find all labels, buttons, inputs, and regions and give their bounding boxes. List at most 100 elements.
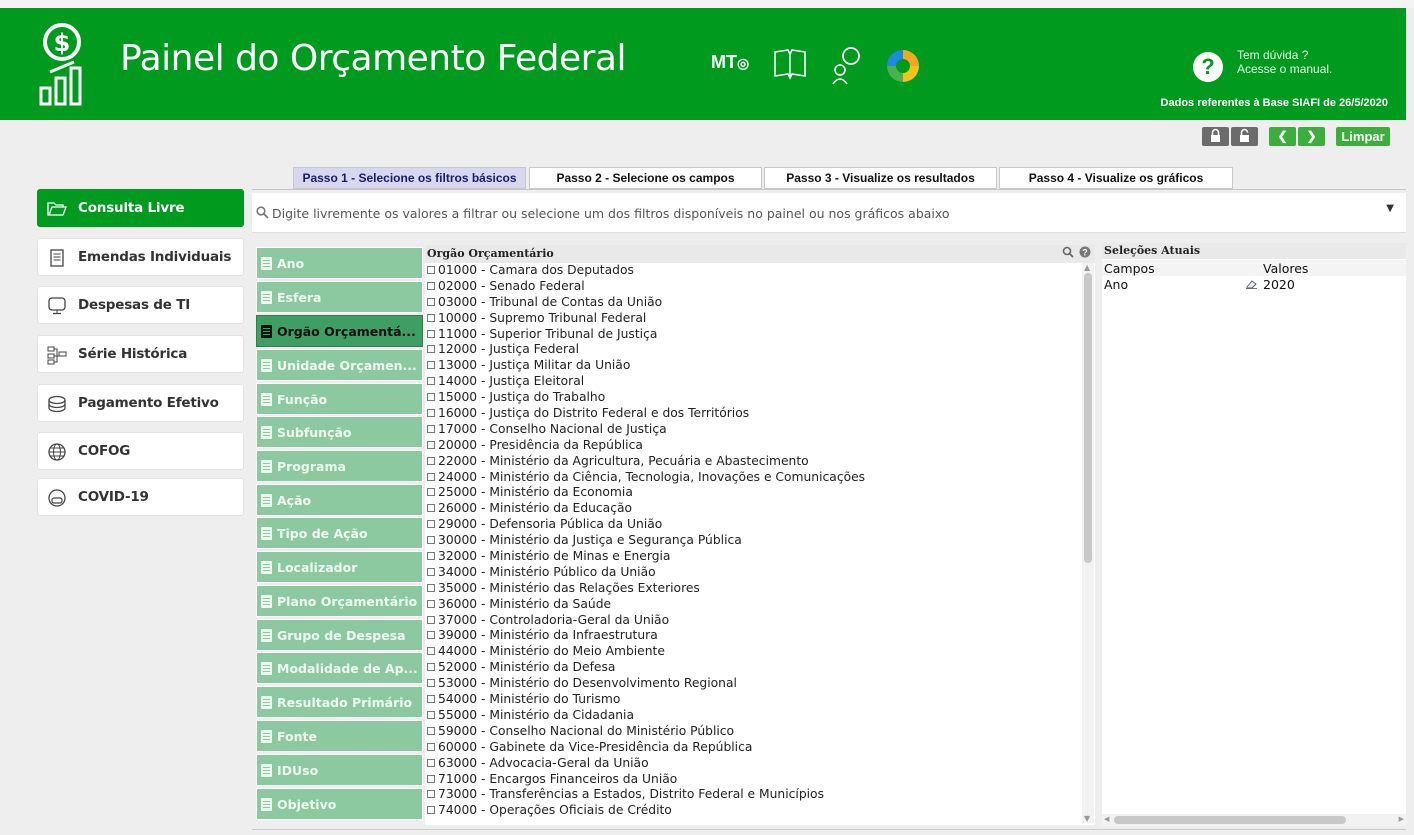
unlock-button[interactable]	[1231, 127, 1258, 146]
list-item[interactable]: 55000 - Ministério da Cidadania	[427, 708, 1082, 724]
user-search-icon[interactable]	[830, 46, 864, 86]
tab-step-2[interactable]: Passo 2 - Selecione os campos	[529, 167, 762, 189]
checkbox[interactable]	[427, 345, 435, 354]
list-scrollbar[interactable]: ▲ ▼	[1082, 263, 1094, 823]
sidebar-item-serie-historica[interactable]: Série Histórica	[37, 335, 244, 373]
filter-button[interactable]: Orgão Orçamentá...	[256, 315, 423, 347]
filter-button[interactable]: Grupo de Despesa	[256, 619, 423, 651]
book-icon[interactable]	[773, 46, 807, 82]
filter-button[interactable]: Localizador	[256, 551, 423, 583]
list-item[interactable]: 20000 - Presidência da República	[427, 438, 1082, 454]
list-item[interactable]: 73000 - Transferências a Estados, Distri…	[427, 787, 1082, 803]
list-item[interactable]: 74000 - Operações Oficiais de Crédito	[427, 803, 1082, 819]
checkbox[interactable]	[427, 266, 435, 274]
list-item[interactable]: 71000 - Encargos Financeiros da União	[427, 772, 1082, 788]
checkbox[interactable]	[427, 361, 435, 370]
filter-button[interactable]: Tipo de Ação	[256, 517, 423, 549]
checkbox[interactable]	[427, 297, 435, 306]
selection-row[interactable]: Ano 2020	[1102, 276, 1406, 292]
scroll-thumb[interactable]	[1084, 273, 1092, 563]
search-input[interactable]: Digite livremente os valores a filtrar o…	[252, 193, 1406, 233]
list-item[interactable]: 53000 - Ministério do Desenvolvimento Re…	[427, 676, 1082, 692]
list-item[interactable]: 52000 - Ministério da Defesa	[427, 660, 1082, 676]
list-item[interactable]: 39000 - Ministério da Infraestrutura	[427, 628, 1082, 644]
filter-button[interactable]: Fonte	[256, 720, 423, 752]
help-link[interactable]: Tem dúvida ? Acesse o manual.	[1237, 48, 1332, 76]
clear-button[interactable]: Limpar	[1336, 127, 1390, 146]
filter-button[interactable]: Esfera	[256, 281, 423, 313]
checkbox[interactable]	[427, 536, 435, 545]
filter-button[interactable]: Ano	[256, 247, 423, 279]
checkbox[interactable]	[427, 472, 435, 481]
sidebar-item-covid-19[interactable]: COVID-19	[37, 478, 244, 516]
scroll-left-icon[interactable]: ◀	[1104, 815, 1109, 823]
filter-button[interactable]: Objetivo	[256, 788, 423, 820]
forward-button[interactable]: ❯	[1298, 127, 1325, 146]
checkbox[interactable]	[427, 679, 435, 688]
tab-step-4[interactable]: Passo 4 - Visualize os gráficos	[999, 167, 1233, 189]
list-item[interactable]: 54000 - Ministério do Turismo	[427, 692, 1082, 708]
list-item[interactable]: 10000 - Supremo Tribunal Federal	[427, 311, 1082, 327]
color-wheel-icon[interactable]	[885, 48, 921, 84]
list-item[interactable]: 12000 - Justiça Federal	[427, 342, 1082, 358]
filter-button[interactable]: IDUso	[256, 754, 423, 786]
filter-button[interactable]: Unidade Orçamen...	[256, 349, 423, 381]
checkbox[interactable]	[427, 726, 435, 735]
checkbox[interactable]	[427, 488, 435, 497]
help-icon[interactable]: ?	[1079, 246, 1091, 258]
checkbox[interactable]	[427, 552, 435, 561]
list-item[interactable]: 01000 - Camara dos Deputados	[427, 263, 1082, 279]
list-item[interactable]: 25000 - Ministério da Economia	[427, 485, 1082, 501]
sidebar-item-pagamento-efetivo[interactable]: Pagamento Efetivo	[37, 384, 244, 422]
list-item[interactable]: 02000 - Senado Federal	[427, 279, 1082, 295]
sidebar-item-consulta-livre[interactable]: Consulta Livre	[37, 189, 244, 227]
checkbox[interactable]	[427, 647, 435, 656]
scroll-down-icon[interactable]: ▼	[1084, 814, 1090, 823]
checkbox[interactable]	[427, 806, 435, 815]
list-item[interactable]: 03000 - Tribunal de Contas da União	[427, 295, 1082, 311]
list-item[interactable]: 13000 - Justiça Militar da União	[427, 358, 1082, 374]
checkbox[interactable]	[427, 393, 435, 402]
checkbox[interactable]	[427, 695, 435, 704]
list-item[interactable]: 26000 - Ministério da Educação	[427, 501, 1082, 517]
list-item[interactable]: 16000 - Justiça do Distrito Federal e do…	[427, 406, 1082, 422]
scroll-right-icon[interactable]: ▶	[1399, 815, 1404, 823]
sidebar-item-cofog[interactable]: COFOG	[37, 432, 244, 470]
selections-hscrollbar[interactable]: ◀ ▶	[1102, 814, 1406, 826]
filter-button[interactable]: Função	[256, 383, 423, 415]
eraser-icon[interactable]	[1246, 279, 1258, 289]
list-item[interactable]: 29000 - Defensoria Pública da União	[427, 517, 1082, 533]
checkbox[interactable]	[427, 742, 435, 751]
list-item[interactable]: 14000 - Justiça Eleitoral	[427, 374, 1082, 390]
filter-button[interactable]: Resultado Primário	[256, 686, 423, 718]
checkbox[interactable]	[427, 329, 435, 338]
checkbox[interactable]	[427, 615, 435, 624]
filter-button[interactable]: Ação	[256, 484, 423, 516]
checkbox[interactable]	[427, 504, 435, 513]
search-icon[interactable]	[1062, 246, 1075, 258]
list-item[interactable]: 17000 - Conselho Nacional de Justiça	[427, 422, 1082, 438]
checkbox[interactable]	[427, 424, 435, 433]
filter-button[interactable]: Programa	[256, 450, 423, 482]
checkbox[interactable]	[427, 377, 435, 386]
mt-logo[interactable]: MT◎	[711, 52, 749, 73]
list-item[interactable]: 59000 - Conselho Nacional do Ministério …	[427, 724, 1082, 740]
filter-button[interactable]: Subfunção	[256, 416, 423, 448]
list-item[interactable]: 63000 - Advocacia-Geral da União	[427, 756, 1082, 772]
tab-step-1[interactable]: Passo 1 - Selecione os filtros básicos	[293, 167, 526, 189]
list-item[interactable]: 60000 - Gabinete da Vice-Presidência da …	[427, 740, 1082, 756]
checkbox[interactable]	[427, 790, 435, 799]
checkbox[interactable]	[427, 710, 435, 719]
help-icon[interactable]: ?	[1193, 52, 1223, 82]
checkbox[interactable]	[427, 567, 435, 576]
checkbox[interactable]	[427, 758, 435, 767]
list-item[interactable]: 32000 - Ministério de Minas e Energia	[427, 549, 1082, 565]
list-item[interactable]: 15000 - Justiça do Trabalho	[427, 390, 1082, 406]
checkbox[interactable]	[427, 774, 435, 783]
scroll-up-icon[interactable]: ▲	[1084, 263, 1090, 272]
checkbox[interactable]	[427, 281, 435, 290]
list-item[interactable]: 24000 - Ministério da Ciência, Tecnologi…	[427, 470, 1082, 486]
checkbox[interactable]	[427, 520, 435, 529]
filter-button[interactable]: Plano Orçamentário	[256, 585, 423, 617]
list-item[interactable]: 22000 - Ministério da Agricultura, Pecuá…	[427, 454, 1082, 470]
